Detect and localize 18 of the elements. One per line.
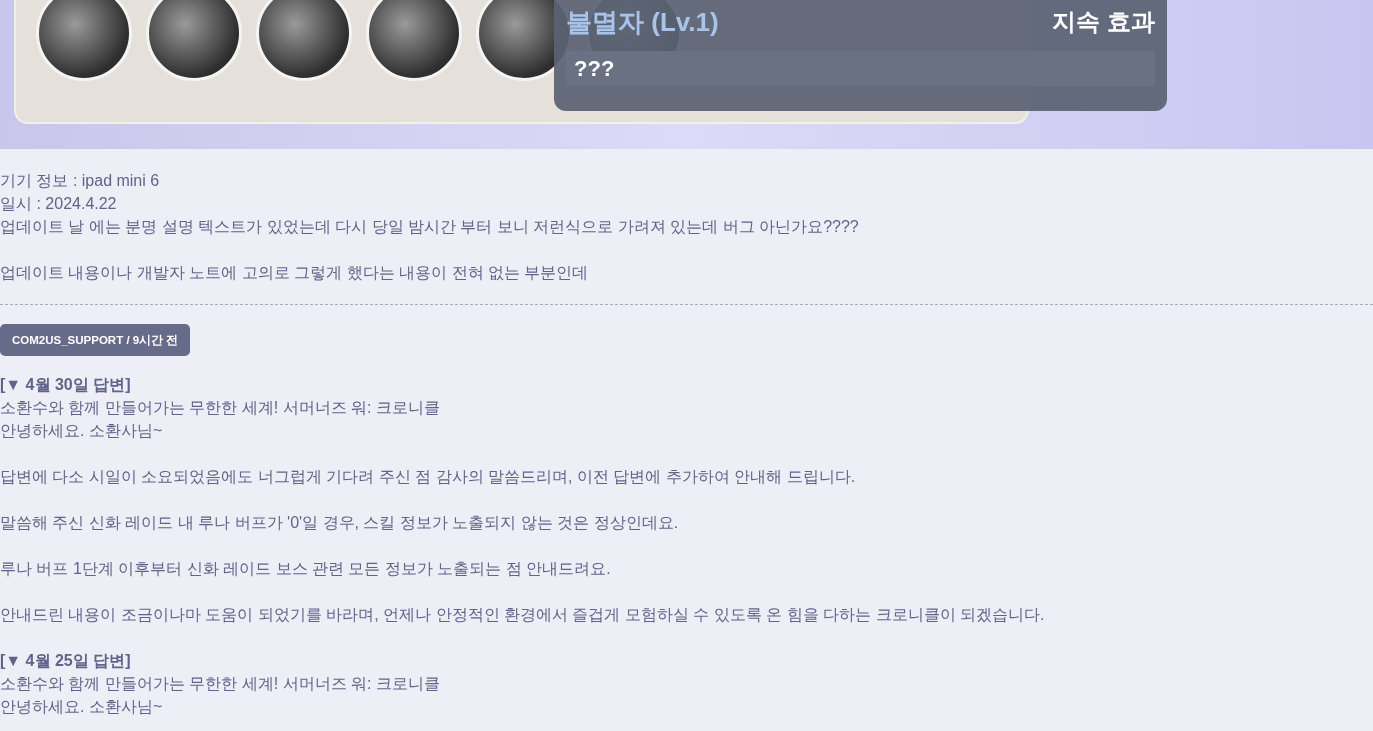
author-badge: COM2US_SUPPORT / 9시간 전	[0, 324, 191, 356]
text-line: 소환수와 함께 만들어가는 무한한 세계! 서머너즈 워: 크로니클	[0, 398, 441, 418]
text-line: 업데이트 날 에는 분명 설명 텍스트가 있었는데 다시 당일 밤시간 부터 보니 저런식으로 가려져 있는데 버그 아닌가요????	[0, 217, 860, 237]
text-line: 답변에 다소 시일이 소요되었음에도 너그럽게 기다려 주신 점 감사의 말씀드리며, 이전 답변에 추가하여 안내해 드립니다.	[0, 467, 857, 487]
text-line: 일시 : 2024.4.22	[0, 194, 118, 214]
text-line: 루나 버프 1단계 이후부터 신화 레이드 보스 관련 모든 정보가 노출되는 점 안내드려요.	[0, 559, 612, 579]
tooltip-title: 불멸자 (Lv.1)	[566, 6, 719, 39]
text-line: 업데이트 내용이나 개발자 노트에 고의로 그렇게 했다는 내용이 전혀 없는 부분인데	[0, 263, 590, 283]
reply-heading: [▼ 4월 30일 답변]	[0, 375, 132, 395]
reply-heading: [▼ 4월 25일 답변]	[0, 651, 132, 671]
text-line: 소환수와 함께 만들어가는 무한한 세계! 서머너즈 워: 크로니클	[0, 674, 441, 694]
tooltip-description: ???	[566, 51, 1155, 86]
text-line: 기기 정보 : ipad mini 6	[0, 171, 161, 191]
text-line: 말씀해 주신 신화 레이드 내 루나 버프가 '0'일 경우, 스킬 정보가 노출되지 않는 것은 정상인데요.	[0, 513, 680, 533]
text-line: 안녕하세요. 소환사님~	[0, 421, 164, 441]
text-line: 안내드린 내용이 조금이나마 도움이 되었기를 바라며, 언제나 안정적인 환경에서 즐겁게 모험하실 수 있도록 온 힘을 다하는 크로니클이 되겠습니다.	[0, 605, 1046, 625]
effect-label: 지속 효과	[1052, 7, 1155, 37]
text-line: 안녕하세요. 소환사님~	[0, 697, 164, 717]
